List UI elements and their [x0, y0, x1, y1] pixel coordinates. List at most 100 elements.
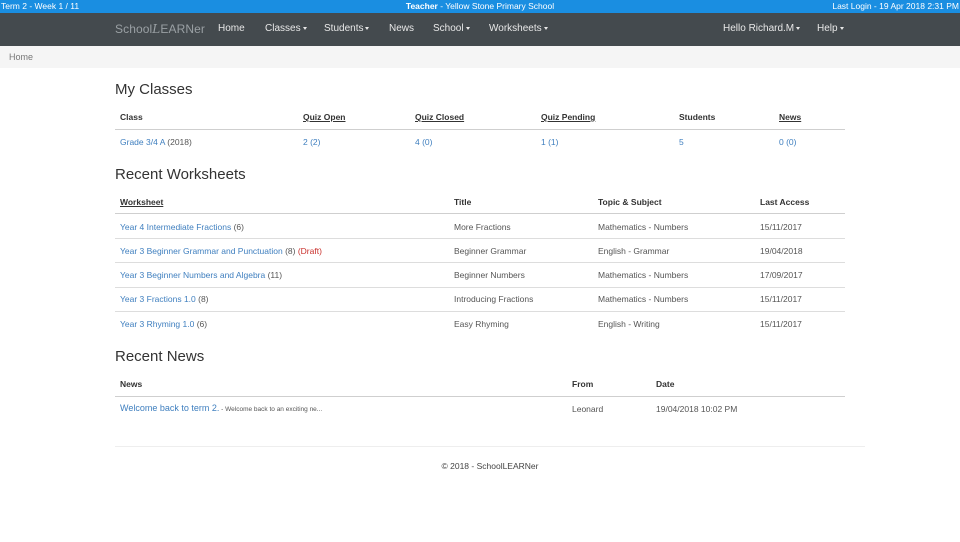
nav-students-label: Students [324, 23, 364, 34]
worksheet-title: Beginner Numbers [454, 270, 525, 280]
worksheet-last-access: 17/09/2017 [760, 270, 803, 280]
table-row: Year 3 Beginner Grammar and Punctuation … [120, 246, 322, 256]
table-header-divider [115, 129, 845, 130]
quiz-closed-link[interactable]: 4 (0) [415, 137, 432, 147]
user-menu-dropdown[interactable]: Hello Richard.M [723, 23, 801, 34]
breadcrumb-home[interactable]: Home [9, 52, 33, 62]
nav-students-dropdown[interactable]: Students [324, 23, 370, 34]
news-headline-link[interactable]: Welcome back to term 2. [120, 403, 219, 413]
col-header-date: Date [656, 379, 675, 389]
school-name: - Yellow Stone Primary School [437, 1, 555, 11]
row-divider [115, 262, 845, 263]
role-label: Teacher [405, 1, 438, 11]
worksheet-link[interactable]: Year 3 Beginner Grammar and Punctuation [120, 246, 283, 256]
worksheet-count: (8) [282, 246, 298, 256]
worksheet-count: (11) [265, 270, 283, 280]
caret-down-icon [302, 26, 307, 30]
table-row: Year 3 Fractions 1.0 (8) [120, 294, 209, 304]
col-header-topic-subject: Topic & Subject [598, 197, 662, 207]
nav-home[interactable]: Home [218, 23, 245, 34]
students-link[interactable]: 5 [679, 137, 684, 147]
worksheet-count: (6) [194, 319, 208, 329]
nav-worksheets-dropdown[interactable]: Worksheets [489, 23, 548, 34]
worksheet-link[interactable]: Year 3 Fractions 1.0 [120, 294, 196, 304]
worksheet-topic: English - Grammar [598, 246, 670, 256]
recent-news-title: Recent News [115, 348, 205, 365]
row-divider [115, 311, 845, 312]
col-header-from: From [572, 379, 594, 389]
table-row: Welcome back to term 2. - Welcome back t… [120, 403, 322, 413]
col-header-class: Class [120, 112, 143, 122]
nav-classes-dropdown[interactable]: Classes [265, 23, 307, 34]
nav-help-label: Help [817, 23, 838, 34]
brand-text-earner: EARNer [160, 22, 205, 36]
col-header-quiz-closed[interactable]: Quiz Closed [415, 112, 464, 122]
news-link[interactable]: 0 (0) [779, 137, 796, 147]
worksheet-last-access: 15/11/2017 [760, 294, 802, 304]
col-header-quiz-pending[interactable]: Quiz Pending [541, 112, 595, 122]
col-header-worksheet[interactable]: Worksheet [120, 197, 163, 207]
role-school-indicator: Teacher - Yellow Stone Primary School [0, 0, 960, 13]
worksheet-title: More Fractions [454, 222, 511, 232]
table-header-divider [115, 213, 845, 214]
worksheet-count: (6) [231, 222, 244, 232]
my-classes-title: My Classes [115, 81, 193, 98]
nav-news[interactable]: News [389, 23, 414, 34]
table-row: Grade 3/4 A (2018) [120, 137, 192, 147]
nav-help-dropdown[interactable]: Help [817, 23, 844, 34]
worksheet-topic: Mathematics - Numbers [598, 270, 689, 280]
row-divider [115, 238, 845, 239]
col-header-news[interactable]: News [779, 112, 801, 122]
brand-logo[interactable]: SchoolLEARNer [115, 22, 205, 36]
worksheet-topic: English - Writing [598, 319, 660, 329]
table-header-divider [115, 396, 845, 397]
table-row: Year 3 Beginner Numbers and Algebra (11) [120, 270, 282, 280]
nav-school-dropdown[interactable]: School [433, 23, 470, 34]
worksheet-topic: Mathematics - Numbers [598, 294, 689, 304]
worksheet-title: Beginner Grammar [454, 246, 527, 256]
row-divider [115, 287, 845, 288]
worksheet-link[interactable]: Year 3 Rhyming 1.0 [120, 319, 194, 329]
user-greeting: Hello Richard.M [723, 23, 795, 34]
worksheet-title: Introducing Fractions [454, 294, 534, 304]
nav-school-label: School [433, 23, 464, 34]
news-from: Leonard [572, 404, 604, 414]
news-date: 19/04/2018 10:02 PM [656, 404, 738, 414]
nav-worksheets-label: Worksheets [489, 23, 542, 34]
col-header-last-access: Last Access [760, 197, 810, 207]
draft-badge: (Draft) [297, 246, 322, 256]
quiz-pending-link[interactable]: 1 (1) [541, 137, 558, 147]
brand-text-school: School [115, 22, 153, 36]
worksheet-title: Easy Rhyming [454, 319, 509, 329]
caret-down-icon [839, 26, 844, 30]
col-header-students: Students [679, 112, 716, 122]
footer-divider [115, 446, 865, 447]
worksheet-link[interactable]: Year 3 Beginner Numbers and Algebra [120, 270, 265, 280]
caret-down-icon [365, 26, 370, 30]
col-header-title: Title [454, 197, 472, 207]
worksheet-last-access: 15/11/2017 [760, 319, 802, 329]
last-login-indicator: Last Login - 19 Apr 2018 2:31 PM [832, 1, 959, 11]
worksheet-topic: Mathematics - Numbers [598, 222, 689, 232]
status-bar: Term 2 - Week 1 / 11 Teacher - Yellow St… [0, 0, 960, 13]
recent-worksheets-title: Recent Worksheets [115, 166, 246, 183]
main-navbar: SchoolLEARNer Home Classes Students News… [0, 13, 960, 46]
worksheet-last-access: 15/11/2017 [760, 222, 802, 232]
col-header-quiz-open[interactable]: Quiz Open [303, 112, 346, 122]
worksheet-link[interactable]: Year 4 Intermediate Fractions [120, 222, 231, 232]
caret-down-icon [543, 26, 548, 30]
class-link[interactable]: Grade 3/4 A [120, 137, 165, 147]
breadcrumb: Home [0, 46, 960, 68]
worksheet-count: (8) [195, 294, 209, 304]
quiz-open-link[interactable]: 2 (2) [303, 137, 320, 147]
col-header-news: News [120, 379, 143, 389]
table-row: Year 4 Intermediate Fractions (6) [120, 222, 244, 232]
news-snippet: - Welcome back to an exciting ne... [219, 406, 323, 413]
worksheet-last-access: 19/04/2018 [760, 246, 803, 256]
table-row: Year 3 Rhyming 1.0 (6) [120, 319, 207, 329]
class-year: (2018) [164, 137, 192, 147]
footer-copyright: © 2018 - SchoolLEARNer [441, 461, 539, 471]
caret-down-icon [465, 26, 470, 30]
caret-down-icon [796, 26, 801, 30]
nav-classes-label: Classes [265, 23, 301, 34]
